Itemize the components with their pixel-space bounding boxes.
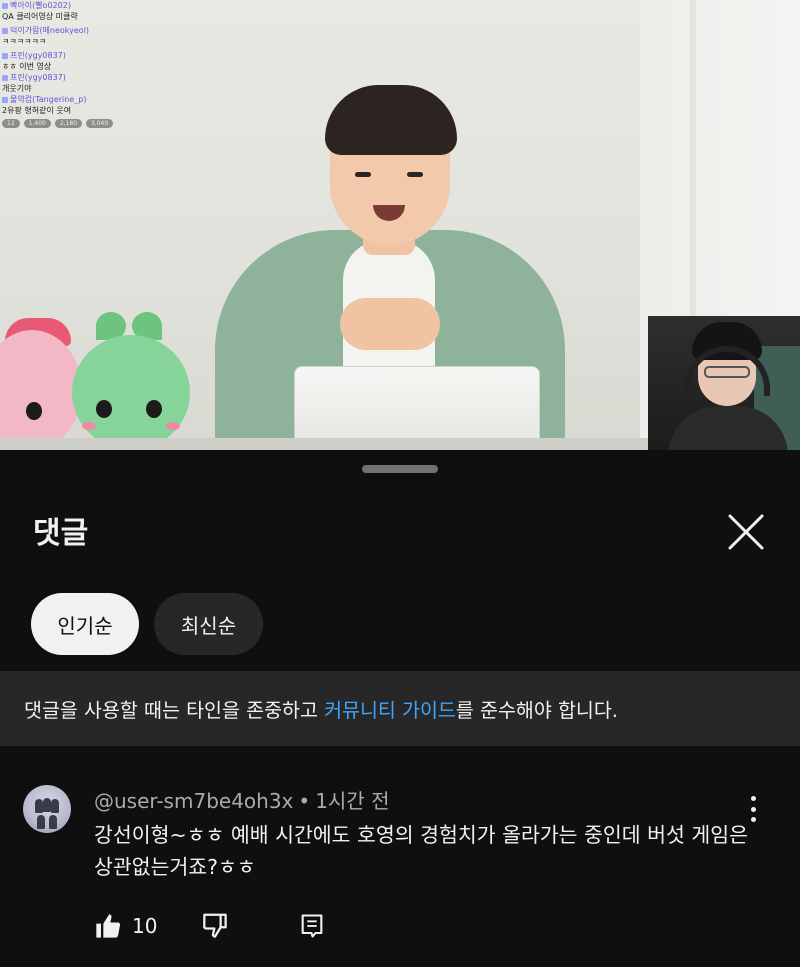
chat-line: 덕이가람(메neokyeol): [2, 25, 152, 36]
comment-actions: 10: [0, 906, 800, 946]
plush-cheek: [166, 422, 180, 430]
plush-cheek: [82, 422, 96, 430]
chat-stat: 12: [2, 119, 20, 128]
plush-pink: [0, 330, 82, 450]
live-chat-overlay: 빡아이(빨o0202) QA 클리어영상 미클략 덕이가람(메neokyeol)…: [2, 0, 152, 128]
dislike-icon: [203, 913, 227, 938]
close-icon: [728, 514, 764, 550]
dislike-button[interactable]: [200, 906, 230, 946]
more-vert-icon: [750, 796, 756, 801]
like-icon: [96, 914, 121, 938]
plush-frog: [72, 335, 190, 450]
meta-separator: •: [298, 789, 311, 813]
filter-chip-label: 인기순: [57, 613, 113, 638]
reply-button[interactable]: [298, 906, 326, 946]
comments-panel: 댓글 인기순 최신순 댓글을 사용할 때는 타인을 존중하고 커뮤니티 가이드 를…: [0, 450, 800, 967]
chat-stat: 3,040: [86, 119, 114, 128]
chat-line: ㅎㅎ 이번 영상: [2, 62, 52, 71]
drag-handle[interactable]: [362, 465, 438, 473]
community-guidelines-link[interactable]: 커뮤니티 가이드: [324, 694, 456, 723]
guide-text-after: 를 준수해야 합니다.: [455, 699, 618, 722]
like-count: 10: [132, 914, 158, 938]
avatar[interactable]: [23, 785, 71, 833]
comment-author[interactable]: @user-sm7be4oh3x: [94, 789, 293, 813]
chat-line: QA 클리어영상 미클략: [2, 12, 78, 21]
chat-line: 프린(ygy0837): [2, 72, 152, 83]
chat-line: 2유팡 형혀같이 웃여: [2, 106, 72, 115]
chat-line: ㅋㅋㅋㅋㅋㅋ: [2, 37, 47, 46]
filter-chip-label: 최신순: [180, 613, 237, 638]
comment-text: 강선이형~ㅎㅎ 예배 시간에도 호영의 경험치가 올라가는 중인데 버섯 게임은…: [94, 823, 748, 879]
reply-icon: [301, 914, 323, 938]
chat-stats: 12 1,400 2,180 3,040: [2, 119, 152, 128]
plush-eye: [26, 402, 42, 420]
close-button[interactable]: [720, 506, 772, 558]
comment-time: 1시간 전: [315, 789, 390, 813]
filter-chip-newest[interactable]: 최신순: [154, 593, 263, 655]
streamer-webcam: [648, 316, 800, 450]
plush-eye: [96, 400, 112, 418]
comment-meta: @user-sm7be4oh3x • 1시간 전: [94, 785, 389, 814]
community-guide-notice: 댓글을 사용할 때는 타인을 존중하고 커뮤니티 가이드 를 준수해야 합니다.: [0, 671, 800, 746]
chat-line: 물약컵(Tangerine_p): [2, 94, 152, 105]
filter-chip-popular[interactable]: 인기순: [31, 593, 139, 655]
guide-text-before: 댓글을 사용할 때는 타인을 존중하고: [24, 699, 325, 722]
chat-stat: 1,400: [23, 119, 51, 128]
chat-line: 빡아이(빨o0202): [2, 0, 152, 11]
plush-eye: [146, 400, 162, 418]
panel-title: 댓글: [33, 516, 89, 551]
chat-line: 프린(ygy0837): [2, 50, 152, 61]
like-button[interactable]: 10: [94, 906, 157, 946]
chat-line: 개웃기야: [2, 84, 32, 93]
video-player[interactable]: 빡아이(빨o0202) QA 클리어영상 미클략 덕이가람(메neokyeol)…: [0, 0, 800, 450]
chat-stat: 2,180: [54, 119, 83, 128]
